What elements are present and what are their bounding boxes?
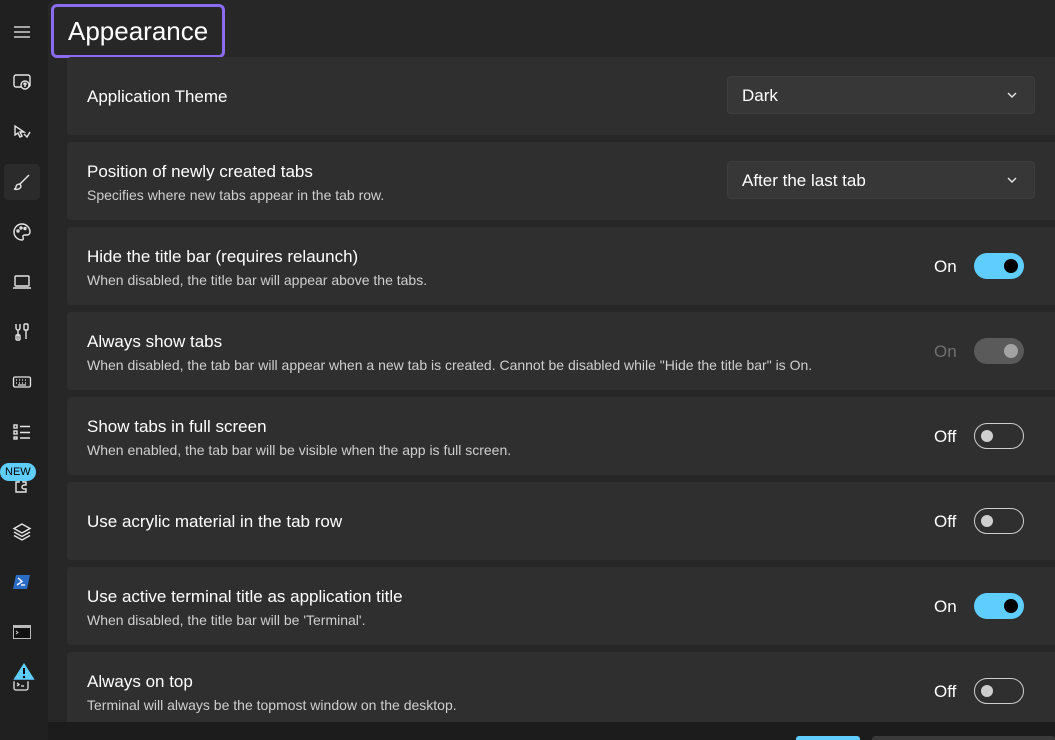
keyboard-icon[interactable] xyxy=(4,364,40,400)
setting-terminal-title-as-app-title: Use active terminal title as application… xyxy=(67,567,1055,645)
application-theme-dropdown[interactable]: Dark xyxy=(727,76,1035,114)
toggle-state-label: On xyxy=(934,342,957,361)
palette-icon[interactable] xyxy=(4,214,40,250)
chevron-down-icon xyxy=(1007,177,1017,183)
toggle-state-label: Off xyxy=(934,682,957,701)
setting-description: When disabled, the tab bar will appear w… xyxy=(87,357,813,373)
chevron-down-icon xyxy=(1007,92,1017,98)
powershell-icon[interactable] xyxy=(4,564,40,600)
navigation-rail: NEW xyxy=(0,0,48,740)
list-icon[interactable] xyxy=(4,414,40,450)
tabs-full-screen-toggle[interactable] xyxy=(974,423,1024,449)
always-show-tabs-toggle xyxy=(974,338,1024,364)
toggle-state-label: Off xyxy=(934,512,957,531)
setting-tabs-full-screen: Show tabs in full screen When enabled, t… xyxy=(67,397,1055,475)
setting-title: Use active terminal title as application… xyxy=(87,587,403,606)
toggle-knob xyxy=(1004,259,1018,273)
setting-application-theme: Application Theme Dark xyxy=(67,57,1055,135)
setting-always-show-tabs: Always show tabs When disabled, the tab … xyxy=(67,312,1055,390)
toggle-knob xyxy=(981,685,993,697)
toggle-state-label: On xyxy=(934,597,957,616)
hide-title-bar-toggle[interactable] xyxy=(974,253,1024,279)
setting-description: When disabled, the title bar will appear… xyxy=(87,272,428,288)
toggle-state-label: On xyxy=(934,257,957,276)
toggle-knob xyxy=(1004,599,1018,613)
setting-description: When disabled, the title bar will be 'Te… xyxy=(87,612,366,628)
hamburger-menu-icon[interactable] xyxy=(4,14,40,50)
brush-icon[interactable] xyxy=(4,164,40,200)
setting-title: Show tabs in full screen xyxy=(87,417,267,436)
new-badge: NEW xyxy=(0,463,36,481)
setting-title: Always show tabs xyxy=(87,332,223,351)
setting-title: Always on top xyxy=(87,672,193,691)
setting-title: Hide the title bar (requires relaunch) xyxy=(87,247,359,266)
terminal-title-toggle[interactable] xyxy=(974,593,1024,619)
tools-icon[interactable] xyxy=(4,314,40,350)
layers-icon[interactable] xyxy=(4,514,40,550)
always-on-top-toggle[interactable] xyxy=(974,678,1024,704)
settings-content: Appearance Application Theme Dark Positi… xyxy=(48,0,1055,740)
page-title: Appearance xyxy=(51,4,226,58)
dropdown-value: Dark xyxy=(742,86,778,105)
setting-title: Position of newly created tabs xyxy=(87,162,313,181)
toggle-knob xyxy=(1004,344,1018,358)
toggle-knob xyxy=(981,430,993,442)
discard-changes-button[interactable] xyxy=(872,736,1055,740)
setting-always-on-top: Always on top Terminal will always be th… xyxy=(67,652,1055,730)
setting-new-tab-position: Position of newly created tabs Specifies… xyxy=(67,142,1055,220)
setting-description: Specifies where new tabs appear in the t… xyxy=(87,187,385,203)
command-prompt-icon[interactable] xyxy=(4,614,40,650)
toggle-knob xyxy=(981,515,993,527)
setting-title: Application Theme xyxy=(87,87,228,106)
setting-hide-title-bar: Hide the title bar (requires relaunch) W… xyxy=(67,227,1055,305)
acrylic-tab-row-toggle[interactable] xyxy=(974,508,1024,534)
setting-title: Use acrylic material in the tab row xyxy=(87,512,343,531)
setting-description: Terminal will always be the topmost wind… xyxy=(87,697,457,713)
new-tab-position-dropdown[interactable]: After the last tab xyxy=(727,161,1035,199)
interaction-icon[interactable] xyxy=(4,114,40,150)
save-button[interactable] xyxy=(796,736,860,740)
toggle-state-label: Off xyxy=(934,427,957,446)
dropdown-value: After the last tab xyxy=(742,171,866,190)
setting-acrylic-tab-row: Use acrylic material in the tab row Off xyxy=(67,482,1055,560)
laptop-icon[interactable] xyxy=(4,264,40,300)
setting-description: When enabled, the tab bar will be visibl… xyxy=(87,442,512,458)
startup-icon[interactable] xyxy=(4,64,40,100)
warning-icon xyxy=(11,660,37,682)
